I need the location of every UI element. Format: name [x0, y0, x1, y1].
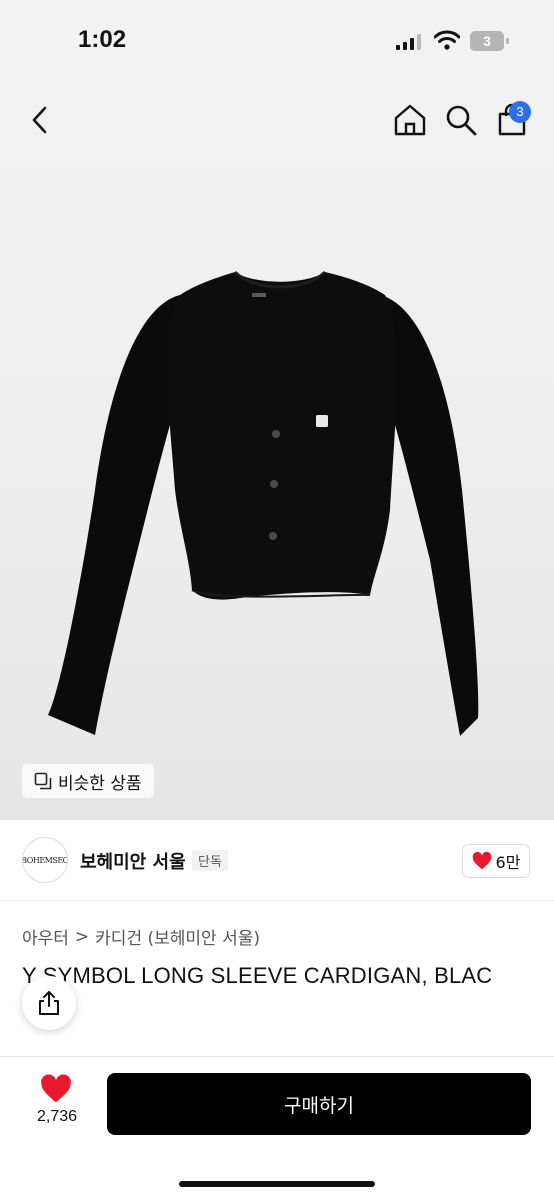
home-icon[interactable]: [392, 102, 428, 138]
back-chevron-icon[interactable]: [26, 104, 54, 136]
stacked-squares-icon: [34, 772, 52, 790]
brand-like-button[interactable]: 6만: [462, 844, 530, 878]
brand-like-count: 6만: [495, 853, 521, 872]
share-icon: [39, 991, 59, 1015]
status-time: 1:02: [78, 26, 127, 53]
cellular-signal-icon: [396, 34, 421, 50]
wishlist-heart-icon[interactable]: [40, 1074, 72, 1104]
exclusive-badge: 단독: [192, 850, 228, 871]
status-bar: 1:02 3: [0, 0, 554, 84]
product-image[interactable]: [40, 260, 520, 740]
top-nav: [0, 92, 554, 152]
search-icon[interactable]: [444, 102, 478, 138]
buy-button[interactable]: 구매하기: [107, 1073, 531, 1135]
wifi-icon: [434, 30, 460, 50]
breadcrumb: 아우터 > 카디건 (보헤미안 서울): [22, 924, 260, 950]
similar-products-button[interactable]: 비슷한 상품: [22, 764, 154, 798]
battery-level: 3: [483, 33, 491, 49]
cart-count-badge: 3: [509, 101, 531, 123]
product-title: Y SYMBOL LONG SLEEVE CARDIGAN, BLAC: [22, 963, 493, 988]
brand-row[interactable]: BOHEMSEO 보헤미안 서울 단독 6만: [0, 822, 554, 901]
share-button[interactable]: [22, 976, 76, 1030]
chevron-right-icon: >: [74, 926, 90, 947]
similar-products-label: 비슷한 상품: [58, 773, 142, 794]
heart-icon: [472, 851, 491, 870]
breadcrumb-subcategory[interactable]: 카디건 (보헤미안 서울): [95, 924, 260, 949]
wishlist-count: 2,736: [36, 1108, 78, 1125]
breadcrumb-category[interactable]: 아우터: [22, 924, 69, 949]
home-indicator[interactable]: [179, 1181, 375, 1187]
brand-logo[interactable]: BOHEMSEO: [22, 837, 68, 883]
brand-name[interactable]: 보헤미안 서울: [80, 848, 186, 874]
brand-logo-text: BOHEMSEO: [22, 855, 68, 865]
